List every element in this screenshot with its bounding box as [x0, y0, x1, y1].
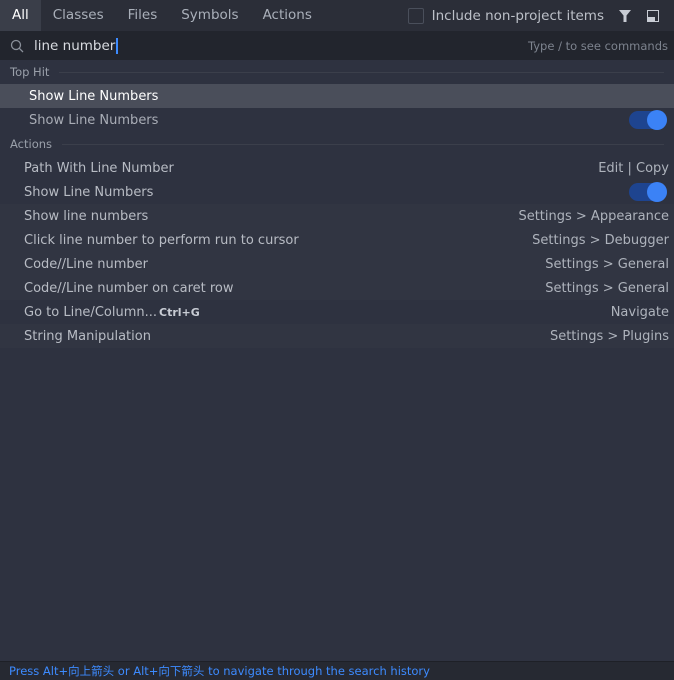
divider [62, 143, 664, 145]
list-item[interactable]: Path With Line Number Edit | Copy [0, 156, 674, 180]
tab-actions[interactable]: Actions [251, 0, 324, 31]
search-icon [10, 39, 24, 52]
search-hint: Type / to see commands [528, 38, 668, 53]
search-bar: line number Type / to see commands [0, 31, 674, 60]
item-label: String Manipulation [24, 328, 151, 344]
section-title: Top Hit [10, 65, 50, 79]
item-label: Show Line Numbers [24, 184, 154, 200]
item-location: Settings > Appearance [518, 208, 669, 224]
list-item[interactable]: Go to Line/Column... Ctrl+G Navigate [0, 300, 674, 324]
list-item[interactable]: Click line number to perform run to curs… [0, 228, 674, 252]
filter-icon[interactable] [618, 9, 632, 23]
item-location: Settings > General [545, 280, 669, 296]
include-non-project-checkbox[interactable] [407, 7, 424, 24]
tab-bar: All Classes Files Symbols Actions Includ… [0, 0, 674, 31]
item-label: Go to Line/Column... [24, 304, 157, 320]
item-label: Show line numbers [24, 208, 149, 224]
toggle-switch[interactable] [629, 110, 667, 130]
list-item[interactable]: Show line numbers Settings > Appearance [0, 204, 674, 228]
list-item[interactable]: Code//Line number on caret row Settings >… [0, 276, 674, 300]
tab-classes[interactable]: Classes [41, 0, 116, 31]
search-input[interactable]: line number [34, 37, 119, 54]
section-actions: Actions [0, 132, 674, 156]
item-location: Settings > General [545, 256, 669, 272]
tab-files[interactable]: Files [116, 0, 170, 31]
list-item[interactable]: Show Line Numbers [0, 108, 674, 132]
item-location: Settings > Plugins [549, 328, 669, 344]
footer-hint: Press Alt+向上箭头 or Alt+向下箭头 to navigate t… [0, 661, 674, 680]
search-input-value: line number [34, 37, 116, 54]
item-location: Edit | Copy [598, 160, 669, 176]
preview-panel-icon[interactable] [646, 9, 660, 23]
section-title: Actions [10, 137, 53, 151]
toggle-switch[interactable] [629, 182, 667, 202]
item-label: Code//Line number [24, 256, 149, 272]
tab-symbols[interactable]: Symbols [169, 0, 250, 31]
item-location: Navigate [610, 304, 669, 320]
include-non-project-label[interactable]: Include non-project items [432, 8, 604, 24]
section-top-hit: Top Hit [0, 60, 674, 84]
item-label: Code//Line number on caret row [24, 280, 234, 296]
list-item[interactable]: Show Line Numbers [0, 180, 674, 204]
item-label: Click line number to perform run to curs… [24, 232, 299, 248]
item-location: Settings > Debugger [532, 232, 669, 248]
tab-all[interactable]: All [0, 0, 41, 31]
shortcut: Ctrl+G [159, 305, 200, 319]
list-item[interactable]: Show Line Numbers [0, 84, 674, 108]
list-item[interactable]: String Manipulation Settings > Plugins [0, 324, 674, 348]
text-caret [116, 37, 119, 54]
item-label: Show Line Numbers [29, 112, 159, 128]
list-item[interactable]: Code//Line number Settings > General [0, 252, 674, 276]
item-label: Path With Line Number [24, 160, 174, 176]
divider [59, 71, 664, 73]
item-label: Show Line Numbers [29, 88, 159, 104]
